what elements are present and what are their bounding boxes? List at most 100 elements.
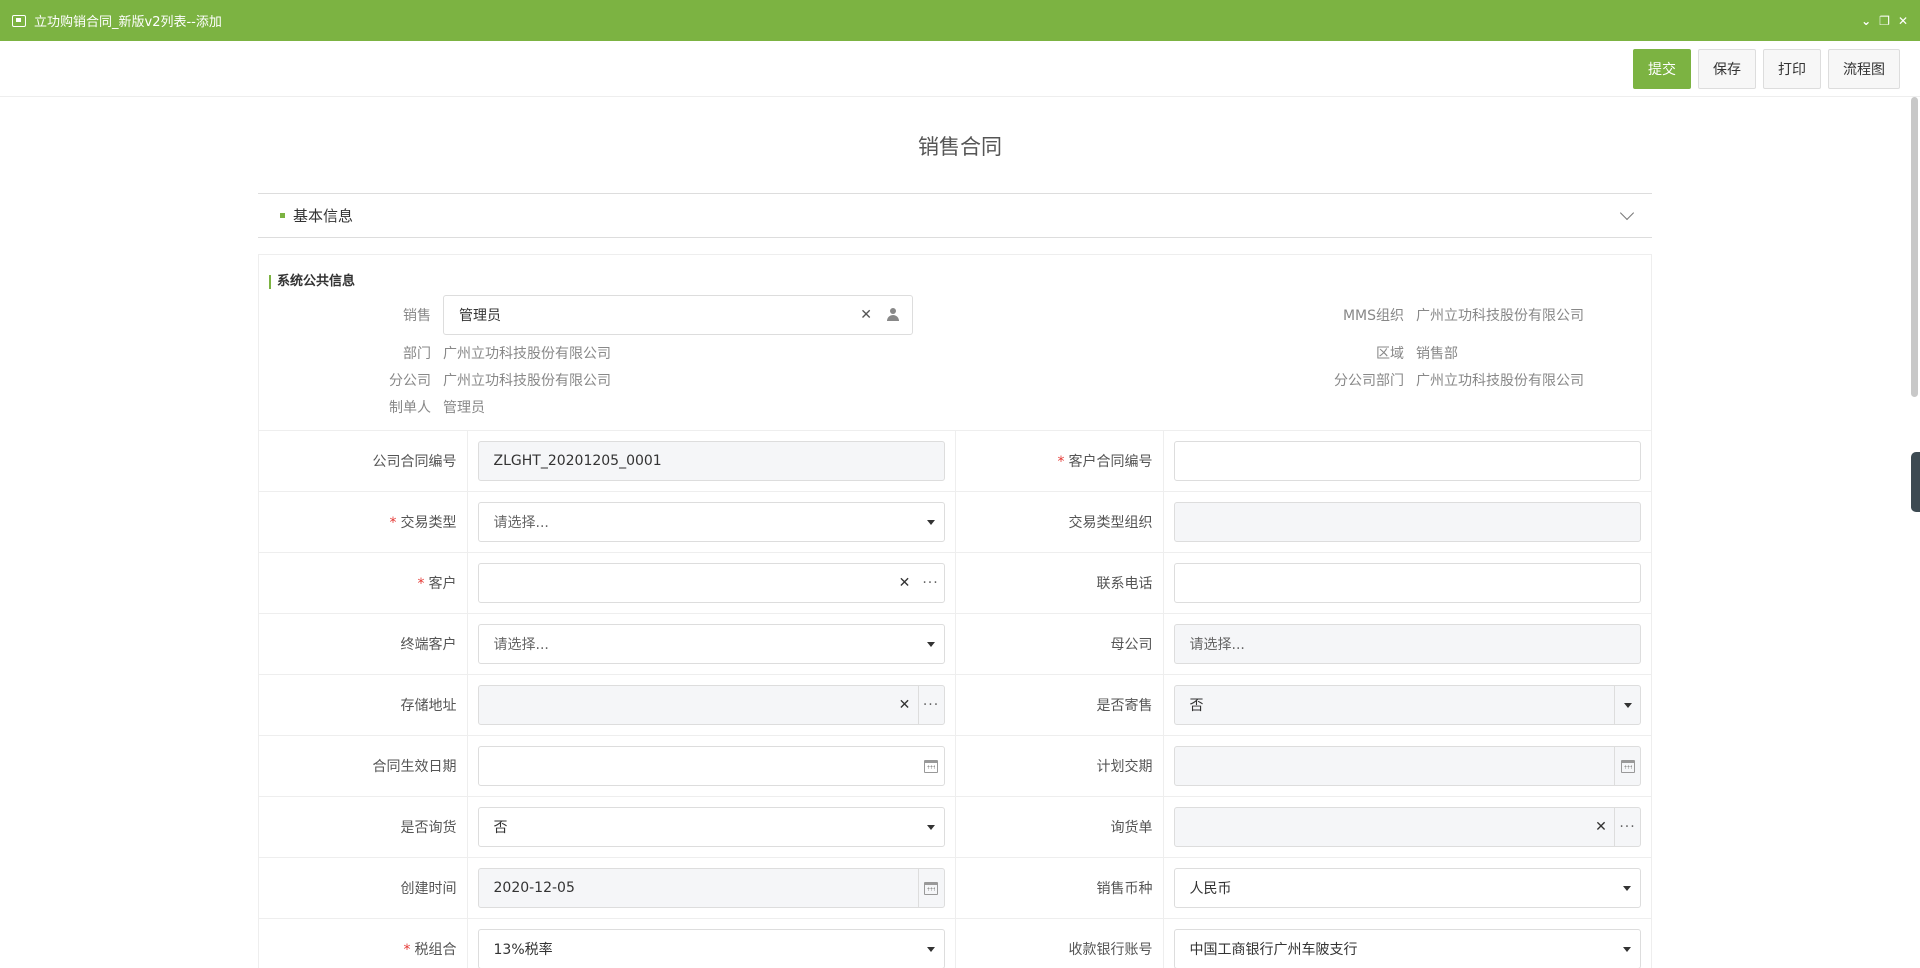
sales-label: 销售 <box>403 308 431 324</box>
planned-delivery-input[interactable] <box>1173 746 1641 786</box>
bank-select[interactable]: 中国工商银行广州车陂支行 <box>1173 929 1641 968</box>
phone-input[interactable] <box>1173 563 1641 603</box>
section-header[interactable]: 基本信息 <box>258 193 1652 238</box>
collapse-icon[interactable]: ⌄ <box>1861 14 1871 28</box>
end-customer-placeholder: 请选择... <box>493 637 549 653</box>
close-icon[interactable]: ✕ <box>1898 14 1908 28</box>
clear-icon[interactable]: ✕ <box>892 564 918 602</box>
public-info-title: 系统公共信息 <box>269 275 1641 289</box>
creator-row: 制单人 管理员 <box>379 397 485 417</box>
form-row: 终端客户 请选择... 母公司 请选择... <box>259 613 1651 675</box>
form-panel: 系统公共信息 销售 管理员 ✕ MMS组织 广州立功科技股份有限公司 部门 广州… <box>258 254 1652 968</box>
submit-button[interactable]: 提交 <box>1633 48 1691 89</box>
parent-company-label: 母公司 <box>1110 637 1153 653</box>
created-time-input[interactable]: 2020-12-05 <box>477 868 945 908</box>
company-contract-no-input[interactable]: ZLGHT_20201205_0001 <box>477 441 945 481</box>
caret-down-icon[interactable] <box>918 625 944 663</box>
calendar-icon[interactable] <box>1614 747 1640 785</box>
trade-type-label: 交易类型 <box>400 515 457 531</box>
inquiry-label: 是否询货 <box>400 820 457 836</box>
caret-down-icon[interactable] <box>918 930 944 968</box>
end-customer-select[interactable]: 请选择... <box>477 624 945 664</box>
form-row: * 客户 ✕ ··· 联系电话 <box>259 552 1651 614</box>
creator-value: 管理员 <box>443 400 485 416</box>
page-title: 销售合同 <box>918 135 1002 159</box>
form-row: 是否询货 否 询货单 ✕ ··· <box>259 796 1651 858</box>
inquiry-doc-label: 询货单 <box>1110 820 1153 836</box>
clear-icon[interactable]: ✕ <box>892 686 918 724</box>
parent-company-input[interactable]: 请选择... <box>1173 624 1641 664</box>
content-area: 销售合同 基本信息 系统公共信息 销售 管理员 ✕ MMS组织 广州立功科技股份… <box>0 97 1920 968</box>
public-info-block: 系统公共信息 销售 管理员 ✕ MMS组织 广州立功科技股份有限公司 部门 广州… <box>259 255 1651 430</box>
parent-company-placeholder: 请选择... <box>1189 637 1245 653</box>
section-title: 基本信息 <box>293 207 354 225</box>
required-mark: * <box>1057 454 1065 470</box>
restore-icon[interactable]: ❐ <box>1879 14 1890 28</box>
mms-row: MMS组织 广州立功科技股份有限公司 <box>1274 305 1584 325</box>
inquiry-doc-input[interactable]: ✕ ··· <box>1173 807 1641 847</box>
dept-label: 部门 <box>403 346 431 362</box>
bank-label: 收款银行账号 <box>1068 942 1153 959</box>
sales-input[interactable]: 管理员 ✕ <box>443 295 913 335</box>
caret-down-icon[interactable] <box>918 503 944 541</box>
branch-label: 分公司 <box>389 373 431 389</box>
window-app-icon <box>12 14 26 27</box>
caret-down-icon[interactable] <box>918 808 944 846</box>
currency-value: 人民币 <box>1189 881 1232 897</box>
consign-value: 否 <box>1189 698 1204 714</box>
required-mark: * <box>389 515 397 531</box>
currency-label: 销售币种 <box>1096 881 1153 897</box>
clear-icon[interactable]: ✕ <box>860 307 872 323</box>
chevron-down-icon[interactable] <box>1619 205 1635 220</box>
consign-label: 是否寄售 <box>1096 698 1153 714</box>
customer-contract-no-label: 客户合同编号 <box>1068 454 1153 470</box>
flowchart-button[interactable]: 流程图 <box>1828 48 1900 89</box>
end-customer-label: 终端客户 <box>400 637 457 653</box>
form-row: 创建时间 2020-12-05 销售币种 人民币 <box>259 857 1651 919</box>
required-mark: * <box>417 576 425 592</box>
more-icon[interactable]: ··· <box>1614 808 1640 846</box>
branch-value: 广州立功科技股份有限公司 <box>443 373 611 389</box>
window-titlebar: 立功购销合同_新版v2列表--添加 ⌄ ❐ ✕ <box>0 0 1920 41</box>
clear-icon[interactable]: ✕ <box>1588 808 1614 846</box>
customer-contract-no-input[interactable] <box>1173 441 1641 481</box>
user-icon[interactable] <box>886 308 900 322</box>
customer-label: 客户 <box>428 576 457 592</box>
tax-select[interactable]: 13%税率 <box>477 929 945 968</box>
calendar-icon[interactable] <box>917 869 944 907</box>
branch-dept-label: 分公司部门 <box>1334 373 1404 389</box>
customer-input[interactable]: ✕ ··· <box>477 563 945 603</box>
section-marker-icon <box>280 213 285 218</box>
caret-down-icon[interactable] <box>1614 930 1640 968</box>
mms-label: MMS组织 <box>1342 308 1404 324</box>
caret-down-icon[interactable] <box>1614 869 1640 907</box>
created-time-label: 创建时间 <box>400 881 457 897</box>
currency-select[interactable]: 人民币 <box>1173 868 1641 908</box>
contract-form-table: 公司合同编号 ZLGHT_20201205_0001 * 客户合同编号 * 交易类型… <box>259 430 1651 968</box>
branch-row: 分公司 广州立功科技股份有限公司 <box>379 370 611 390</box>
sales-row: 销售 管理员 ✕ <box>379 295 913 335</box>
effective-date-input[interactable] <box>477 746 945 786</box>
consign-select[interactable]: 否 <box>1173 685 1641 725</box>
form-row: 公司合同编号 ZLGHT_20201205_0001 * 客户合同编号 <box>259 430 1651 492</box>
more-icon[interactable]: ··· <box>917 686 944 724</box>
trade-type-org-input[interactable] <box>1173 502 1641 542</box>
creator-label: 制单人 <box>389 400 431 416</box>
toolbar: 提交 保存 打印 流程图 <box>0 41 1920 97</box>
inquiry-select[interactable]: 否 <box>477 807 945 847</box>
trade-type-select[interactable]: 请选择... <box>477 502 945 542</box>
vertical-scrollbar[interactable] <box>1911 97 1918 397</box>
bank-value: 中国工商银行广州车陂支行 <box>1189 942 1358 959</box>
save-button[interactable]: 保存 <box>1698 48 1756 89</box>
trade-type-placeholder: 请选择... <box>493 515 549 531</box>
dept-row: 部门 广州立功科技股份有限公司 <box>379 343 611 363</box>
caret-down-icon[interactable] <box>1614 686 1640 724</box>
side-drawer-handle[interactable] <box>1911 452 1920 512</box>
form-row: * 交易类型 请选择... 交易类型组织 <box>259 491 1651 553</box>
storage-input[interactable]: ✕ ··· <box>477 685 945 725</box>
window-title: 立功购销合同_新版v2列表--添加 <box>34 15 222 30</box>
calendar-icon[interactable] <box>918 747 944 785</box>
print-button[interactable]: 打印 <box>1763 48 1821 89</box>
basic-info-section: 基本信息 系统公共信息 销售 管理员 ✕ MMS组织 广州立功科技股份有限公司 … <box>258 193 1652 968</box>
more-icon[interactable]: ··· <box>918 564 944 602</box>
